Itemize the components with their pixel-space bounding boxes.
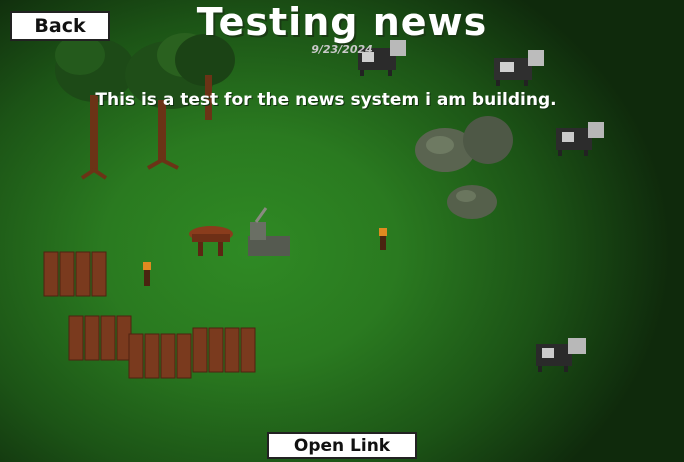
cow-sprite [536, 338, 586, 372]
news-body-text: This is a test for the news system i am … [95, 90, 557, 110]
news-date: 9/23/2024 [311, 43, 373, 56]
torch-sprite [379, 228, 387, 250]
torch-sprite [143, 262, 151, 286]
fence-sprite [68, 315, 132, 361]
fence-sprite [128, 327, 256, 379]
rock-sprite [447, 185, 497, 219]
crafting-bench-sprite [248, 207, 290, 256]
rock-sprite [415, 116, 513, 172]
table-sprite [189, 226, 233, 256]
news-title: Testing news [196, 0, 488, 44]
cow-sprite [556, 122, 604, 156]
open-link-button[interactable]: Open Link [267, 432, 417, 459]
fence-sprite [43, 251, 107, 297]
scene-sprites [43, 33, 604, 379]
game-world-background [0, 0, 684, 462]
